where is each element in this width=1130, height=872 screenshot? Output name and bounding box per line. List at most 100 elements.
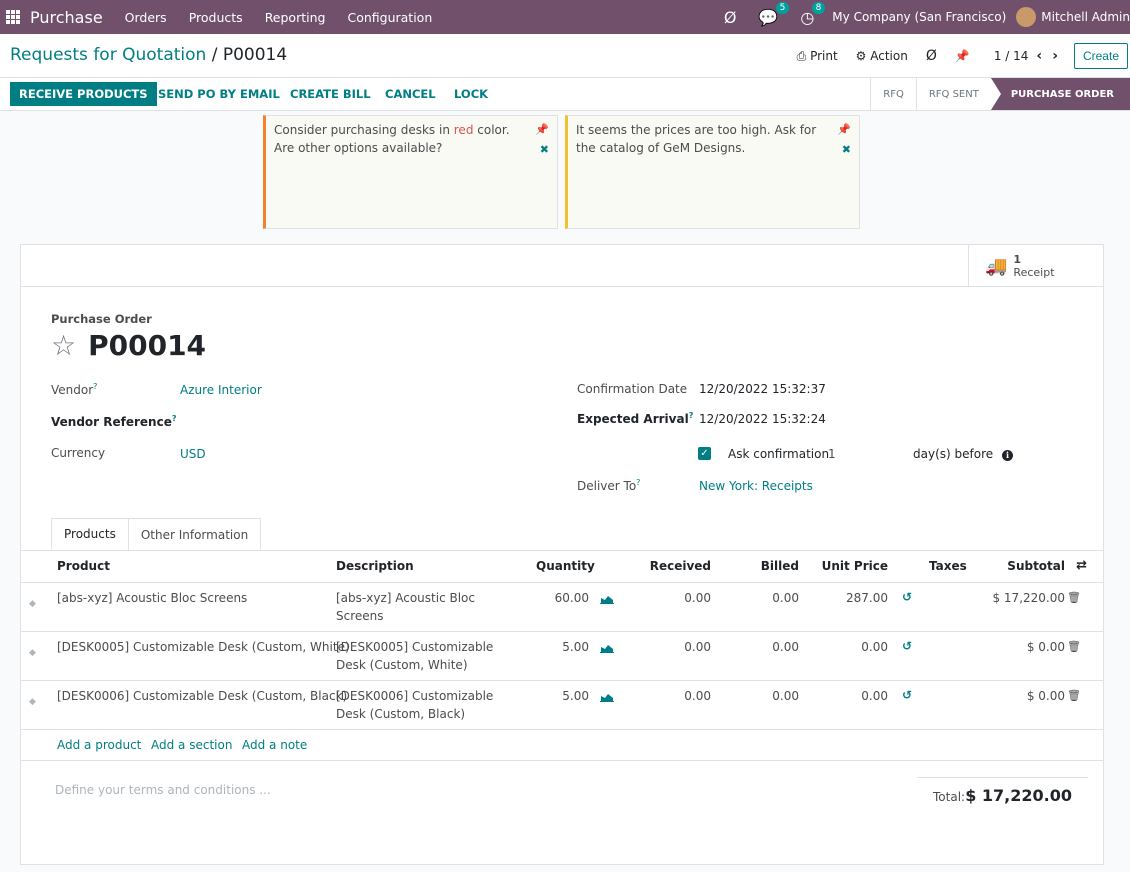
terms-input[interactable]: Define your terms and conditions ... (55, 783, 271, 797)
info-icon[interactable]: i (1002, 450, 1013, 461)
col-subtotal[interactable]: Subtotal (1007, 559, 1065, 573)
currency-field[interactable]: USD (180, 447, 206, 461)
notebook-tabs: Products Other Information (51, 518, 262, 550)
table-row[interactable]: ◆ [abs-xyz] Acoustic Bloc Screens [abs-x… (21, 583, 1103, 632)
confirmation-date-field[interactable]: 12/20/2022 15:32:37 (699, 382, 826, 396)
column-settings-icon[interactable]: ⇄ (1076, 558, 1087, 573)
messages-icon[interactable]: 💬 5 (758, 1, 790, 27)
menu-reporting[interactable]: Reporting (265, 10, 326, 25)
send-po-button[interactable]: SEND PO BY EMAIL (158, 82, 280, 106)
reset-price-icon[interactable]: ↺ (902, 590, 912, 604)
col-taxes[interactable]: Taxes (929, 559, 967, 573)
note-card[interactable]: Consider purchasing desks in red color. … (263, 115, 558, 229)
quantity-cell[interactable]: 5.00 (562, 638, 589, 656)
pin-icon[interactable]: 📌 (837, 121, 851, 139)
create-button[interactable]: Create (1073, 43, 1128, 69)
add-product-link[interactable]: Add a product (57, 738, 141, 752)
reset-price-icon[interactable]: ↺ (902, 639, 912, 653)
note-text: It seems the prices are too high. Ask fo… (576, 123, 817, 155)
days-before-label: day(s) before (913, 447, 994, 461)
forecast-chart-icon[interactable] (600, 594, 614, 604)
ask-confirmation-checkbox[interactable]: ✓ (698, 447, 711, 460)
table-row[interactable]: ◆ [DESK0005] Customizable Desk (Custom, … (21, 632, 1103, 681)
deliver-to-field[interactable]: New York: Receipts (699, 479, 813, 493)
receipt-smart-button[interactable]: 🚚 1 Receipt (968, 245, 1103, 287)
menu-configuration[interactable]: Configuration (347, 10, 432, 25)
tab-products[interactable]: Products (51, 518, 129, 550)
ask-confirmation-days[interactable]: 1 (828, 447, 836, 461)
breadcrumb: Requests for Quotation / P00014 (10, 45, 287, 65)
drag-handle-icon[interactable]: ◆ (29, 599, 36, 609)
forecast-chart-icon[interactable] (600, 692, 614, 702)
close-icon[interactable]: ✖ (842, 141, 851, 159)
add-note-link[interactable]: Add a note (242, 738, 307, 752)
vendor-label: Vendor? (51, 382, 98, 397)
pager-next-icon[interactable]: › (1052, 48, 1058, 64)
menu-orders[interactable]: Orders (125, 10, 167, 25)
company-switcher[interactable]: My Company (San Francisco) (832, 10, 1006, 24)
print-button[interactable]: ⎙ Print (797, 49, 838, 64)
pin-icon[interactable]: 📌 (955, 49, 970, 63)
receipt-smart-text: 1 Receipt (1013, 253, 1054, 279)
close-icon[interactable]: ✖ (540, 141, 549, 159)
vendor-field[interactable]: Azure Interior (180, 383, 262, 397)
lock-button[interactable]: LOCK (454, 82, 488, 106)
cancel-button[interactable]: CANCEL (385, 82, 436, 106)
top-navbar: Purchase Orders Products Reporting Confi… (0, 0, 1130, 34)
billed-cell: 0.00 (772, 689, 799, 703)
stage-rfq-sent[interactable]: RFQ SENT (915, 78, 991, 110)
debug-record-icon[interactable]: Ø (926, 48, 937, 64)
col-received[interactable]: Received (650, 559, 711, 573)
col-quantity[interactable]: Quantity (536, 559, 595, 573)
apps-menu-icon[interactable] (6, 10, 20, 24)
star-icon[interactable]: ☆ (51, 329, 76, 362)
quantity-cell[interactable]: 5.00 (562, 687, 589, 705)
col-billed[interactable]: Billed (761, 559, 799, 573)
add-section-link[interactable]: Add a section (151, 738, 232, 752)
drag-handle-icon[interactable]: ◆ (29, 697, 36, 707)
col-description[interactable]: Description (336, 559, 414, 573)
deliver-to-label: Deliver To? (577, 478, 641, 493)
receive-products-button[interactable]: RECEIVE PRODUCTS (10, 82, 157, 106)
forecast-chart-icon[interactable] (600, 643, 614, 653)
expected-arrival-field[interactable]: 12/20/2022 15:32:24 (699, 412, 826, 426)
description-cell[interactable]: [abs-xyz] Acoustic Bloc Screens (336, 589, 475, 625)
unit-price-cell[interactable]: 287.00 (846, 589, 888, 607)
col-product[interactable]: Product (57, 559, 110, 573)
product-cell[interactable]: [DESK0006] Customizable Desk (Custom, Bl… (57, 687, 347, 705)
app-name[interactable]: Purchase (30, 8, 103, 27)
quantity-cell[interactable]: 60.00 (555, 589, 589, 607)
pin-icon[interactable]: 📌 (535, 121, 549, 139)
stage-rfq[interactable]: RFQ (870, 78, 916, 110)
menu-products[interactable]: Products (189, 10, 243, 25)
drag-handle-icon[interactable]: ◆ (29, 648, 36, 658)
note-card[interactable]: It seems the prices are too high. Ask fo… (565, 115, 860, 229)
user-menu[interactable]: Mitchell Admin (1041, 10, 1130, 24)
trash-icon[interactable]: 🗑 (1067, 640, 1081, 653)
action-button[interactable]: ⚙ Action (856, 49, 908, 63)
trash-icon[interactable]: 🗑 (1067, 591, 1081, 604)
unit-price-cell[interactable]: 0.00 (861, 687, 888, 705)
table-row[interactable]: ◆ [DESK0006] Customizable Desk (Custom, … (21, 681, 1103, 730)
debug-icon[interactable]: Ø (724, 8, 737, 27)
vendor-reference-field[interactable] (180, 414, 510, 432)
trash-icon[interactable]: 🗑 (1067, 689, 1081, 702)
description-cell[interactable]: [DESK0006] Customizable Desk (Custom, Bla… (336, 687, 493, 723)
billed-cell: 0.00 (772, 591, 799, 605)
unit-price-cell[interactable]: 0.00 (861, 638, 888, 656)
tab-other-information[interactable]: Other Information (127, 518, 262, 550)
activities-icon[interactable]: ◷ 8 (800, 1, 826, 27)
gear-icon: ⚙ (855, 49, 871, 63)
product-cell[interactable]: [abs-xyz] Acoustic Bloc Screens (57, 589, 247, 607)
product-cell[interactable]: [DESK0005] Customizable Desk (Custom, Wh… (57, 638, 350, 656)
user-avatar[interactable] (1016, 7, 1037, 27)
description-cell[interactable]: [DESK0005] Customizable Desk (Custom, Whi… (336, 638, 493, 674)
breadcrumb-parent[interactable]: Requests for Quotation (10, 45, 206, 65)
create-bill-button[interactable]: CREATE BILL (290, 82, 371, 106)
col-unit-price[interactable]: Unit Price (822, 559, 888, 573)
reset-price-icon[interactable]: ↺ (902, 688, 912, 702)
pager-value[interactable]: 1 / 14 (994, 49, 1029, 63)
pager-previous-icon[interactable]: ‹ (1036, 48, 1042, 64)
print-icon: ⎙ (796, 48, 811, 63)
stage-purchase-order[interactable]: PURCHASE ORDER (990, 78, 1130, 110)
